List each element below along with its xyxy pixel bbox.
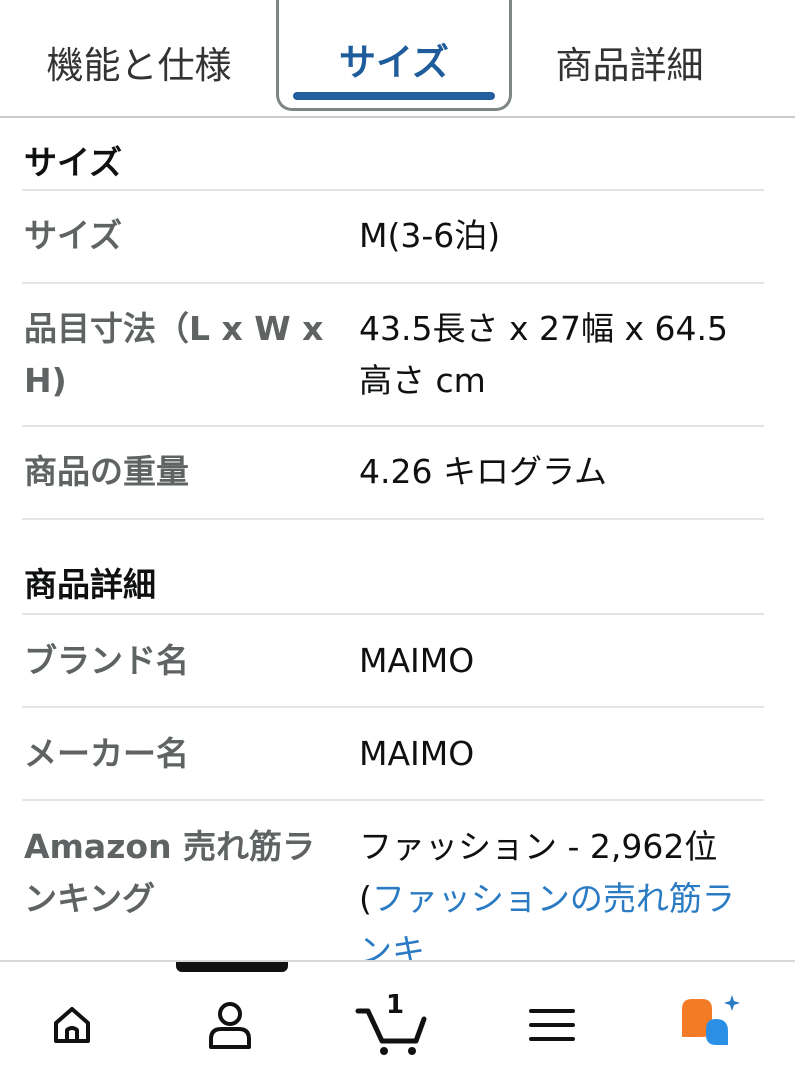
tab-size[interactable]: サイズ <box>276 0 512 111</box>
divider <box>22 282 764 284</box>
spec-key: 品目寸法（L x W x H) <box>24 309 324 400</box>
cart-count-badge: 1 <box>386 990 405 1020</box>
spec-key: 商品の重量 <box>24 452 189 491</box>
spec-value: MAIMO <box>359 641 475 680</box>
active-nav-indicator <box>176 962 288 972</box>
home-icon <box>54 1007 90 1043</box>
section-title-size: サイズ <box>24 143 123 182</box>
product-info-page: 機能と仕様 サイズ 商品詳細 サイズ サイズ M(3-6泊) 品目寸法（L x … <box>0 0 795 1080</box>
section-title-details: 商品詳細 <box>24 565 156 604</box>
nav-cart[interactable]: 1 <box>352 990 432 1060</box>
spec-value: MAIMO <box>359 734 475 773</box>
divider <box>22 189 764 191</box>
tab-product-details[interactable]: 商品詳細 <box>512 0 747 118</box>
divider <box>22 613 764 615</box>
divider <box>22 425 764 427</box>
spec-content: サイズ サイズ M(3-6泊) 品目寸法（L x W x H) 43.5長さ x… <box>22 118 764 960</box>
spec-value: M(3-6泊) <box>359 216 501 255</box>
divider <box>22 706 764 708</box>
nav-menu[interactable] <box>512 990 592 1060</box>
bottom-nav-bar: 1 <box>0 960 795 1080</box>
nav-ai-assistant[interactable] <box>668 990 748 1060</box>
nav-account[interactable] <box>190 990 270 1060</box>
divider <box>22 799 764 801</box>
spec-key: ブランド名 <box>24 641 189 680</box>
active-tab-underline <box>293 92 495 100</box>
account-icon <box>209 1002 251 1049</box>
tab-bar: 機能と仕様 サイズ 商品詳細 <box>0 0 795 118</box>
tab-features-specs[interactable]: 機能と仕様 <box>0 0 278 118</box>
spec-value: 43.5長さ x 27幅 x 64.5高さ cm <box>359 309 728 400</box>
divider <box>22 518 764 520</box>
spec-key: Amazon 売れ筋ランキング <box>24 827 316 918</box>
ranking-category-link[interactable]: ファッションの売れ筋ランキ <box>359 879 735 960</box>
spec-value: 4.26 キログラム <box>359 452 607 491</box>
nav-home[interactable] <box>32 990 112 1060</box>
ai-assistant-icon <box>682 995 740 1045</box>
tab-size-label: サイズ <box>339 41 449 84</box>
spec-value: ファッション - 2,962位 (ファッションの売れ筋ランキ <box>359 821 759 960</box>
spec-key: メーカー名 <box>24 734 189 773</box>
spec-key: サイズ <box>24 216 123 255</box>
menu-icon <box>529 1009 575 1041</box>
